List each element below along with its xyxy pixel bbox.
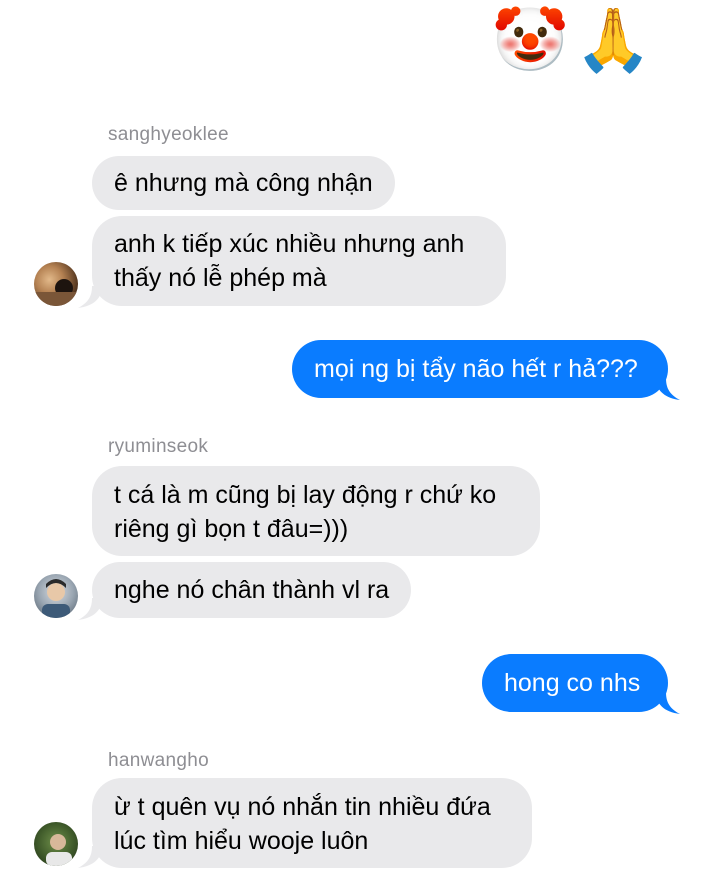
incoming-message-bubble[interactable]: anh k tiếp xúc nhiều nhưng anh thấy nó l… [92,216,506,306]
incoming-message-bubble[interactable]: nghe nó chân thành vl ra [92,562,412,618]
avatar-photo-icon [42,579,70,618]
avatar[interactable] [34,262,78,306]
avatar-photo-icon [34,279,78,306]
outgoing-message-bubble[interactable]: mọi ng bị tẩy não hết r hả??? [292,340,668,398]
clown-emoji-icon: 🤡 [491,6,569,75]
praying-hands-emoji-icon: 🙏 [574,6,652,75]
incoming-message-bubble[interactable]: ừ t quên vụ nó nhắn tin nhiều đứa lúc tì… [92,778,532,868]
sender-name: hanwangho [108,750,209,771]
outgoing-message-bubble[interactable]: hong co nhs [482,654,668,712]
incoming-message-bubble[interactable]: t cá là m cũng bị lay động r chứ ko riên… [92,466,540,556]
bubble-tail-icon [656,378,680,400]
emoji-row: 🤡 🙏 [492,8,652,74]
sender-name: sanghyeoklee [108,124,229,145]
bubble-tail-icon [78,598,102,620]
sender-name: ryuminseok [108,436,209,457]
avatar[interactable] [34,574,78,618]
incoming-message-bubble[interactable]: ê nhưng mà công nhận [92,156,395,210]
avatar[interactable] [34,822,78,866]
bubble-tail-icon [78,286,102,308]
bubble-tail-icon [656,692,680,714]
avatar-photo-icon [46,834,72,866]
bubble-tail-icon [78,846,102,868]
